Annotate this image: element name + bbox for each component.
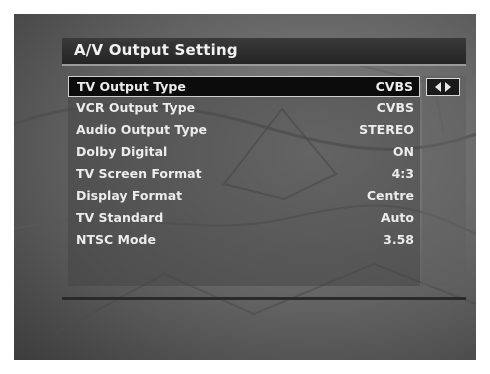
setting-row-tv-output-type[interactable]: TV Output Type CVBS — [68, 76, 420, 97]
setting-label: TV Standard — [76, 210, 164, 225]
setting-label: NTSC Mode — [76, 232, 156, 247]
setting-row-ntsc-mode[interactable]: NTSC Mode 3.58 — [68, 230, 420, 251]
setting-label: VCR Output Type — [76, 100, 196, 115]
setting-label: Dolby Digital — [76, 144, 168, 159]
title-bar: A/V Output Setting — [62, 38, 466, 66]
av-output-setting-panel: A/V Output Setting TV Output Type CVBS V… — [62, 38, 466, 300]
settings-list: TV Output Type CVBS VCR Output Type CVBS… — [68, 76, 420, 286]
setting-value: STEREO — [359, 122, 414, 137]
panel-title: A/V Output Setting — [74, 41, 238, 59]
arrow-left-icon[interactable] — [435, 82, 441, 92]
setting-label: Audio Output Type — [76, 122, 208, 137]
setting-value: 4:3 — [391, 166, 414, 181]
left-right-arrows-icon[interactable] — [426, 78, 460, 96]
setting-row-tv-screen-format[interactable]: TV Screen Format 4:3 — [68, 164, 420, 185]
setting-value: CVBS — [376, 100, 414, 115]
setting-label: Display Format — [76, 188, 183, 203]
setting-value: Auto — [380, 210, 414, 225]
tv-screen: A/V Output Setting TV Output Type CVBS V… — [14, 14, 476, 360]
selector-column — [422, 76, 466, 286]
setting-value: CVBS — [375, 79, 413, 94]
setting-row-tv-standard[interactable]: TV Standard Auto — [68, 208, 420, 229]
setting-row-dolby-digital[interactable]: Dolby Digital ON — [68, 142, 420, 163]
setting-value: Centre — [366, 188, 414, 203]
setting-row-display-format[interactable]: Display Format Centre — [68, 186, 420, 207]
setting-value: 3.58 — [383, 232, 414, 247]
setting-label: TV Screen Format — [76, 166, 202, 181]
panel-bottom-divider — [62, 297, 466, 300]
setting-row-vcr-output-type[interactable]: VCR Output Type CVBS — [68, 98, 420, 119]
setting-label: TV Output Type — [77, 79, 186, 94]
setting-row-audio-output-type[interactable]: Audio Output Type STEREO — [68, 120, 420, 141]
setting-value: ON — [392, 144, 414, 159]
arrow-right-icon[interactable] — [445, 82, 451, 92]
